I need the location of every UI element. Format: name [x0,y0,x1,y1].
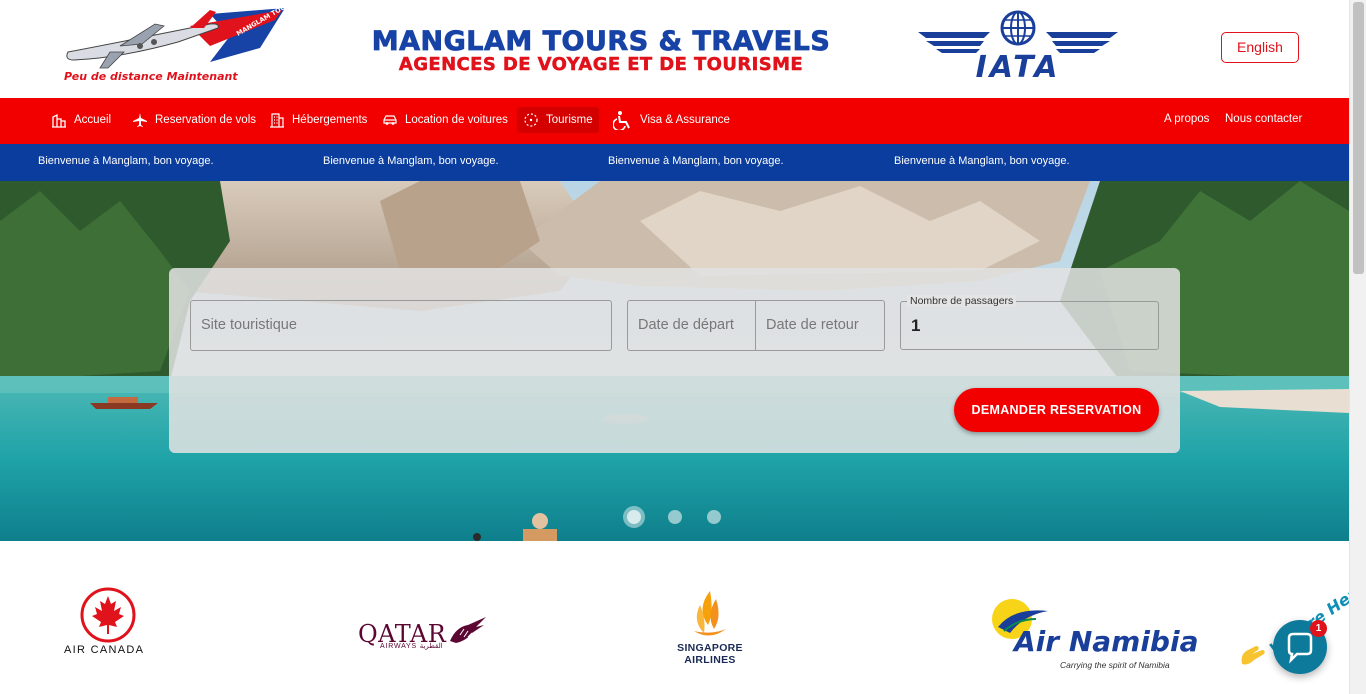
nav-link-nous-contacter[interactable]: Nous contacter [1225,113,1302,125]
qatar-sub-label: AIRWAYS القطرية [380,643,443,650]
hero-carousel: Site touristique Date de départ Date de … [0,181,1349,541]
departure-date-input[interactable]: Date de départ [627,300,756,351]
singapore-line-2: AIRLINES [684,654,736,666]
passengers-label: Nombre de passagers [907,295,1017,307]
brand-title-block: MANGLAM TOURS & TRAVELS AGENCES DE VOYAG… [310,26,892,75]
singapore-bird-icon [686,589,732,646]
nav-item-accueil[interactable]: Accueil [45,107,117,133]
building-icon [270,113,284,128]
accessible-icon [613,111,630,130]
nav-item-location-voitures[interactable]: Location de voitures [376,107,514,133]
singapore-line-1: SINGAPORE [677,642,743,654]
carousel-dot-3[interactable] [707,510,721,524]
tourist-site-input[interactable]: Site touristique [190,300,612,351]
nav-label-tourisme: Tourisme [546,114,593,126]
nav-label-location-voitures: Location de voitures [405,114,508,126]
ticker-message: Bienvenue à Manglam, bon voyage. [38,155,214,167]
brand-title: MANGLAM TOURS & TRAVELS [371,26,831,57]
passengers-input[interactable]: 1 [900,301,1159,350]
nav-item-visa-assurance[interactable]: Visa & Assurance [607,107,736,133]
nav-label-hebergements: Hébergements [292,114,368,126]
compass-icon [524,113,538,127]
nav-item-hebergements[interactable]: Hébergements [263,107,373,133]
welcome-ticker: Bienvenue à Manglam, bon voyage. Bienven… [0,144,1349,181]
page-scrollbar[interactable] [1349,0,1366,694]
air-namibia-label: Air Namibia [1014,625,1199,658]
scrollbar-thumb[interactable] [1353,2,1364,274]
main-nav: Accueil Reservation de vols Hébergements… [0,98,1349,144]
tour-search-form: Site touristique Date de départ Date de … [169,268,1180,453]
nav-label-visa-assurance: Visa & Assurance [640,114,730,126]
page: MANGLAM TOURS & TRAVELS Peu de distance … [0,0,1366,694]
ticker-message: Bienvenue à Manglam, bon voyage. [608,155,784,167]
nav-link-a-propos[interactable]: A propos [1164,113,1209,125]
nav-label-accueil: Accueil [74,114,112,126]
city-icon [52,113,66,128]
nav-label-reservation-vols: Reservation de vols [155,114,256,126]
car-icon [383,115,397,125]
waving-hand-icon [1238,642,1268,673]
airplane-icon [133,113,147,127]
carousel-dot-1[interactable] [623,506,645,528]
return-date-input[interactable]: Date de retour [755,300,885,351]
air-canada-label: AIR CANADA [64,644,145,656]
air-namibia-tagline: Carrying the spirit of Namibia [1060,660,1170,670]
brand-subtitle: AGENCES DE VOYAGE ET DE TOURISME [398,54,804,75]
ticker-message: Bienvenue à Manglam, bon voyage. [894,155,1070,167]
chat-unread-badge: 1 [1310,620,1327,637]
air-canada-logo [80,587,136,648]
qatar-oryx-icon [446,615,488,650]
header: MANGLAM TOURS & TRAVELS Peu de distance … [0,0,1349,98]
language-button[interactable]: English [1221,32,1299,63]
request-reservation-button[interactable]: DEMANDER RESERVATION [954,388,1159,432]
partner-airlines: AIR CANADA QATAR AIRWAYS القطرية SINGAPO… [0,541,1349,694]
manglam-logo[interactable]: MANGLAM TOURS & TRAVELS Peu de distance … [60,6,288,86]
ticker-message: Bienvenue à Manglam, bon voyage. [323,155,499,167]
maple-leaf-icon [80,587,136,643]
logo-tagline: Peu de distance Maintenant [64,70,238,83]
iata-logo: IATA [918,10,1118,85]
nav-item-tourisme[interactable]: Tourisme [517,107,599,133]
iata-label: IATA [975,50,1061,85]
nav-item-reservation-vols[interactable]: Reservation de vols [126,107,262,133]
singapore-airlines-label: SINGAPORE AIRLINES [673,642,747,666]
carousel-dot-2[interactable] [668,510,682,524]
